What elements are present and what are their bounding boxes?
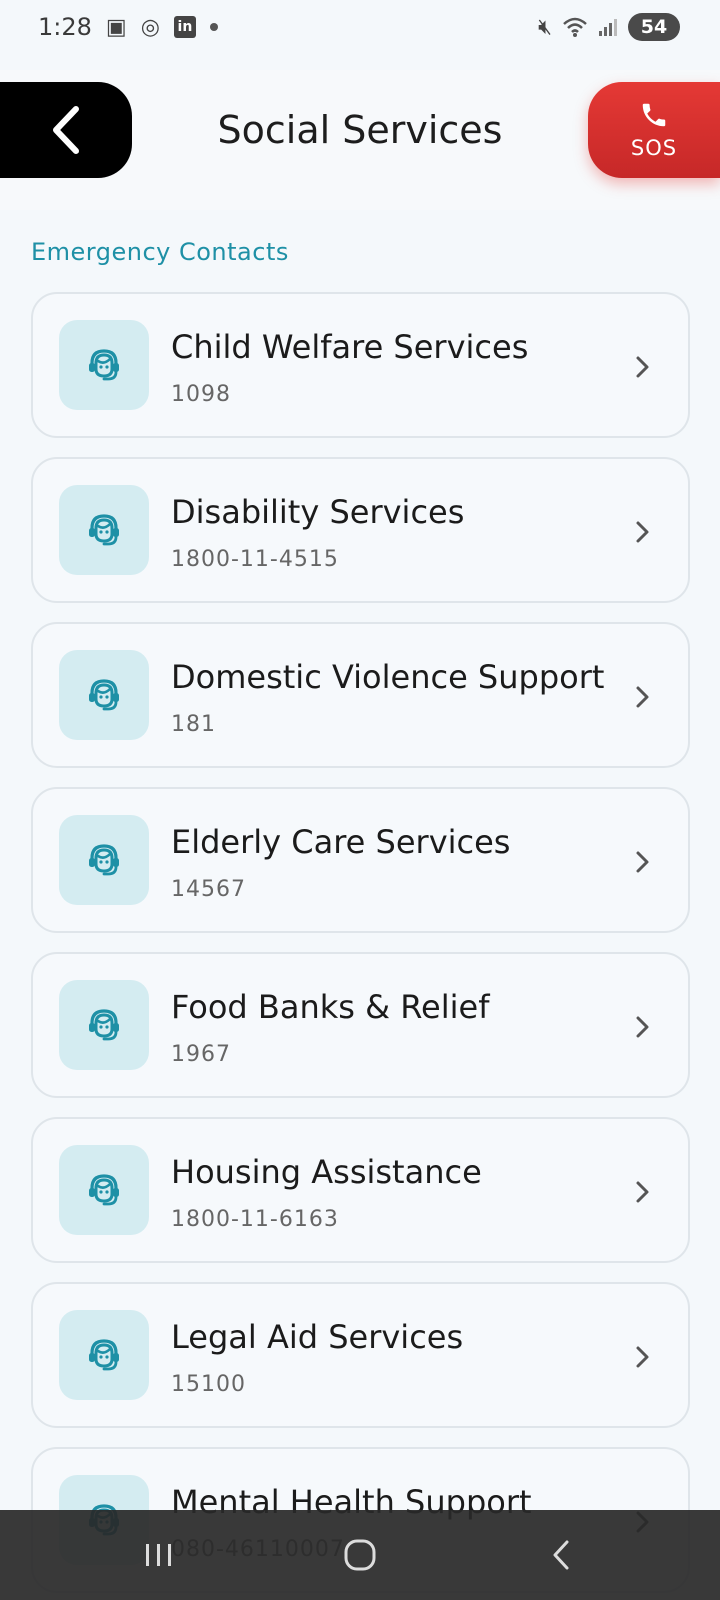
linkedin-icon: in [173, 16, 196, 38]
chevron-right-icon [636, 1016, 649, 1038]
phone-icon [642, 103, 666, 127]
contact-name: Legal Aid Services [171, 1318, 464, 1356]
headset-agent-icon [89, 1339, 119, 1371]
sos-button[interactable]: SOS [588, 82, 720, 178]
status-bar: 1:28 ▣ ◎ in 🔇︎ 54 [0, 0, 720, 54]
contact-card[interactable]: Domestic Violence Support 181 [31, 622, 690, 768]
contact-card[interactable]: Disability Services 1800-11-4515 [31, 457, 690, 603]
contact-card[interactable]: Food Banks & Relief 1967 [31, 952, 690, 1098]
contact-number: 1800-11-6163 [171, 1207, 339, 1232]
contact-icon-badge [59, 485, 149, 575]
contact-name: Disability Services [171, 493, 465, 531]
contact-icon-badge [59, 320, 149, 410]
headset-agent-icon [89, 349, 119, 381]
chevron-right-icon [636, 686, 649, 708]
status-time: 1:28 [38, 13, 92, 41]
contact-icon-badge [59, 1145, 149, 1235]
mute-icon: 🔇︎ [538, 14, 552, 40]
contact-card[interactable]: Legal Aid Services 15100 [31, 1282, 690, 1428]
contact-name: Domestic Violence Support [171, 658, 605, 696]
contact-name: Housing Assistance [171, 1153, 482, 1191]
headset-agent-icon [89, 679, 119, 711]
chevron-right-icon [636, 851, 649, 873]
chevron-right-icon [636, 356, 649, 378]
headset-agent-icon [89, 844, 119, 876]
notification-dot-icon [209, 23, 218, 31]
recent-apps-icon [146, 1544, 171, 1566]
status-left: 1:28 ▣ ◎ in [38, 13, 218, 41]
contact-icon-badge [59, 980, 149, 1070]
home-icon [344, 1539, 376, 1571]
contact-number: 15100 [171, 1372, 246, 1397]
signal-icon [599, 19, 617, 36]
headset-agent-icon [89, 1009, 119, 1041]
section-label: Emergency Contacts [31, 238, 289, 266]
contact-name: Elderly Care Services [171, 823, 511, 861]
contact-card[interactable]: Child Welfare Services 1098 [31, 292, 690, 438]
sos-label: SOS [630, 136, 678, 160]
contact-number: 1098 [171, 382, 231, 407]
chevron-right-icon [636, 1346, 649, 1368]
contact-icon-badge [59, 1310, 149, 1400]
nav-back-button[interactable] [506, 1510, 616, 1600]
app-header: Social Services SOS [0, 70, 720, 210]
wifi-icon [563, 17, 587, 37]
chevron-right-icon [636, 521, 649, 543]
contact-card[interactable]: Elderly Care Services 14567 [31, 787, 690, 933]
chevron-right-icon [636, 1181, 649, 1203]
contact-name: Child Welfare Services [171, 328, 529, 366]
contact-name: Food Banks & Relief [171, 988, 490, 1026]
home-button[interactable] [305, 1510, 415, 1600]
headset-agent-icon [89, 514, 119, 546]
contact-list: Child Welfare Services 1098 Disability S… [31, 292, 690, 1600]
contact-card[interactable]: Housing Assistance 1800-11-6163 [31, 1117, 690, 1263]
system-nav-bar [0, 1510, 720, 1600]
contact-number: 1800-11-4515 [171, 547, 339, 572]
status-right: 🔇︎ 54 [538, 13, 680, 41]
contact-number: 1967 [171, 1042, 231, 1067]
app-icon: ◎ [140, 14, 160, 40]
battery-indicator: 54 [628, 13, 680, 41]
contact-number: 181 [171, 712, 216, 737]
contact-icon-badge [59, 815, 149, 905]
contact-number: 14567 [171, 877, 246, 902]
screenshot-icon: ▣ [105, 14, 127, 40]
headset-agent-icon [89, 1174, 119, 1206]
contact-icon-badge [59, 650, 149, 740]
recent-apps-button[interactable] [104, 1510, 214, 1600]
nav-back-icon [553, 1540, 569, 1570]
